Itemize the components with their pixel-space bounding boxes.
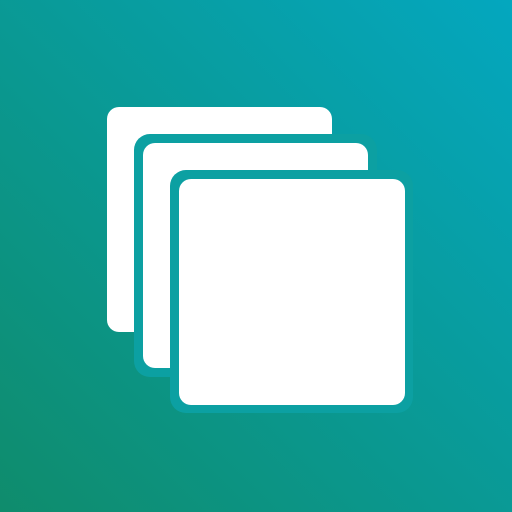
layer-front — [179, 179, 405, 405]
stacked-layers-icon — [0, 0, 512, 512]
app-icon — [0, 0, 512, 512]
